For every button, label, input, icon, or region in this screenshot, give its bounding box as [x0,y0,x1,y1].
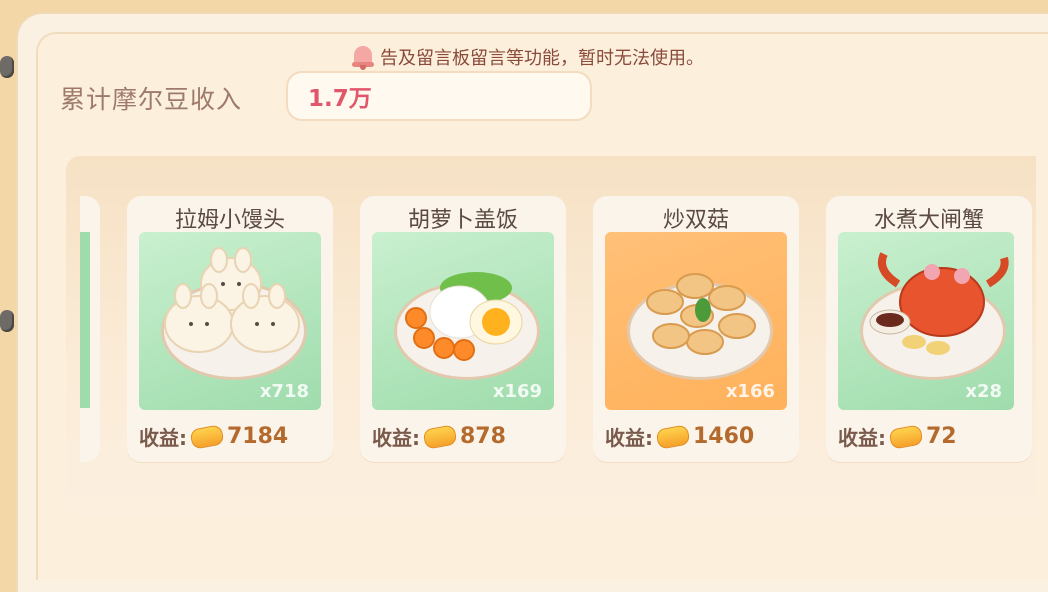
dish-name: 拉姆小馒头 [174,208,285,233]
earnings-value: 1.7万 [308,86,372,112]
dish-image: x718 [139,232,321,410]
dish-profit: 收益: 72 [838,422,957,451]
dish-card[interactable]: 水煮大闸蟹 x28 收益: 72 [826,196,1032,462]
dish-card-partial[interactable] [80,196,100,462]
dish-image: x166 [605,232,787,410]
dish-quantity: x166 [725,381,775,402]
dish-card[interactable]: 拉姆小馒头 x718 收益: 7184 [127,196,333,462]
dish-image: x169 [372,232,554,410]
profit-label: 收益: [838,426,886,450]
dish-quantity: x28 [965,381,1002,402]
mole-bean-icon [888,423,924,450]
dish-name: 胡萝卜盖饭 [407,208,518,233]
notice-banner: 告及留言板留言等功能，暂时无法使用。 [352,40,704,74]
mole-bean-icon [655,423,691,450]
dish-profit: 收益: 1460 [605,422,754,451]
dish-card[interactable]: 炒双菇 x166 收益: 1460 [593,196,799,462]
profit-value: 72 [926,424,957,449]
profit-label: 收益: [372,426,420,450]
dish-image: x28 [838,232,1014,410]
profit-value: 1460 [693,424,755,449]
dish-card[interactable]: 胡萝卜盖饭 x169 收益: 878 [360,196,566,462]
profit-value: 878 [460,424,506,449]
dish-quantity: x169 [492,381,542,402]
earnings-value-box: 1.7万 [286,71,592,121]
profit-label: 收益: [605,426,653,450]
rivet-icon [0,310,14,332]
dish-quantity: x718 [259,381,309,402]
dish-profit: 收益: 7184 [139,422,288,451]
dish-profit: 收益: 878 [372,422,506,451]
rivet-icon [0,56,14,78]
profit-label: 收益: [139,426,187,450]
mole-bean-icon [189,423,225,450]
dish-name: 水煮大闸蟹 [873,208,984,233]
dish-name: 炒双菇 [662,208,729,233]
notice-text: 告及留言板留言等功能，暂时无法使用。 [380,48,704,69]
mole-bean-icon [422,423,458,450]
bell-icon [352,44,374,70]
earnings-label: 累计摩尔豆收入 [60,85,243,114]
profit-value: 7184 [227,424,289,449]
